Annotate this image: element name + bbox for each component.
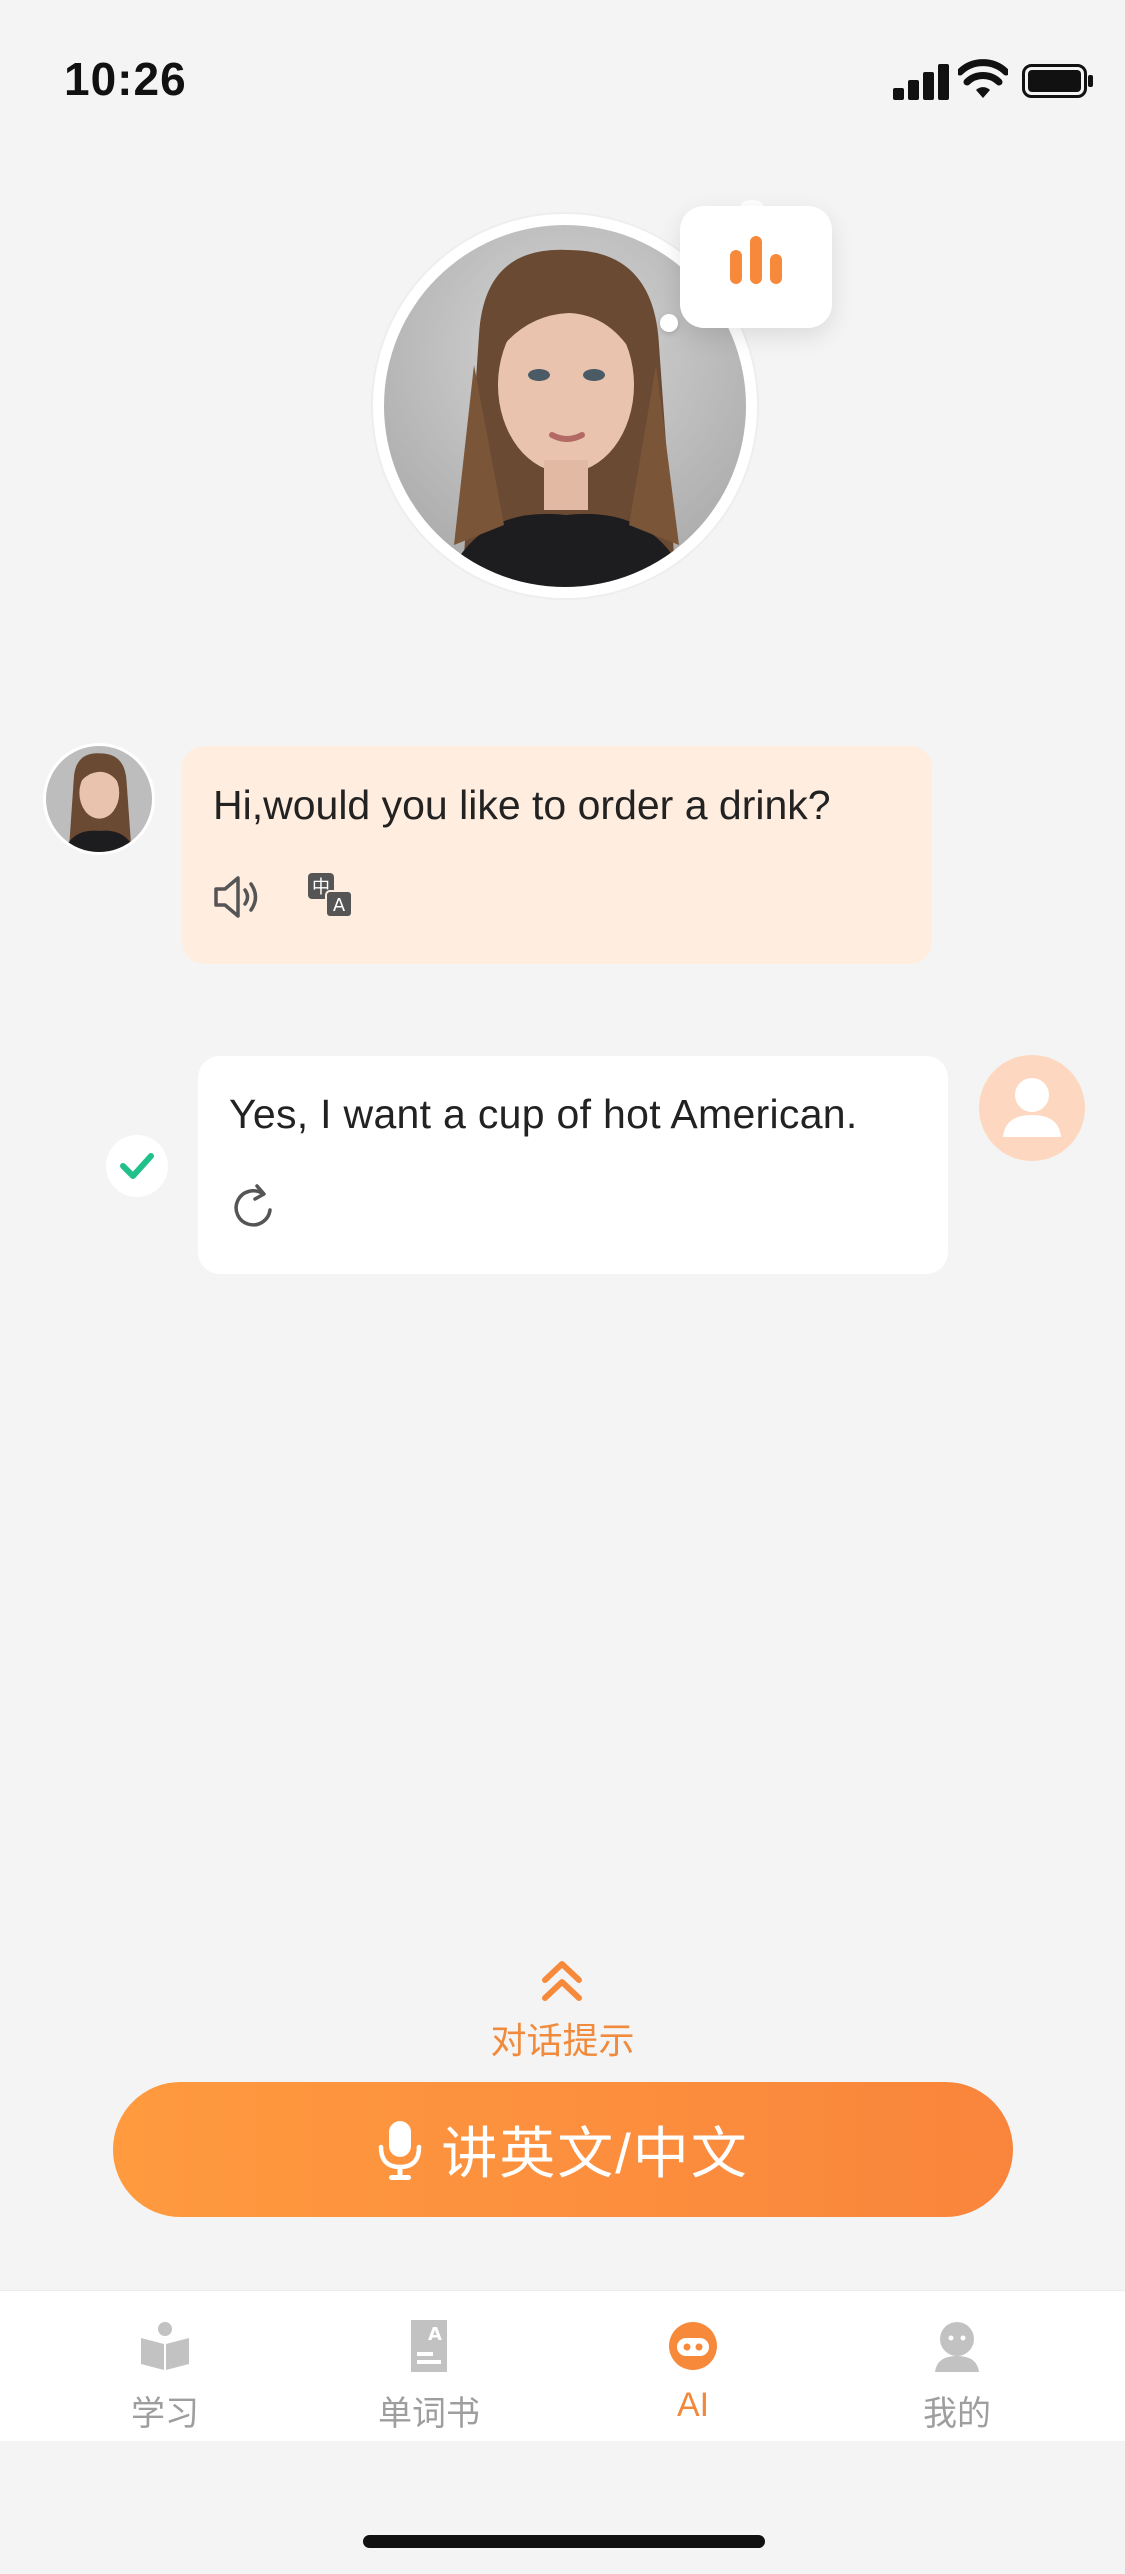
voice-bubble-dot bbox=[660, 314, 678, 332]
dialog-hint-label[interactable]: 对话提示 bbox=[0, 2012, 1125, 2064]
tab-me[interactable]: 我的 bbox=[857, 2318, 1057, 2435]
ai-avatar bbox=[46, 746, 152, 852]
tab-label: 我的 bbox=[923, 2395, 991, 2433]
voice-activity-bubble bbox=[680, 206, 832, 328]
svg-text:A: A bbox=[428, 2324, 442, 2345]
check-badge bbox=[106, 1135, 168, 1197]
robot-icon bbox=[669, 2322, 717, 2370]
translate-icon[interactable]: 中 A bbox=[306, 871, 354, 919]
ai-message-text: Hi,would you like to order a drink? bbox=[213, 782, 831, 828]
check-icon bbox=[120, 1153, 154, 1179]
speak-button-label: 讲英文/中文 bbox=[441, 2122, 749, 2185]
tab-label: AI bbox=[676, 2386, 710, 2424]
svg-text:A: A bbox=[333, 895, 346, 916]
microphone-icon bbox=[378, 2120, 422, 2180]
wifi-icon bbox=[958, 59, 1008, 98]
speak-button[interactable]: 讲英文/中文 bbox=[113, 2082, 1013, 2217]
tab-wordbook[interactable]: A 单词书 bbox=[329, 2318, 529, 2435]
user-message-text: Yes, I want a cup of hot American. bbox=[229, 1091, 858, 1137]
status-time: 10:26 bbox=[64, 53, 187, 105]
tab-study[interactable]: 学习 bbox=[65, 2318, 265, 2435]
speaker-icon[interactable] bbox=[212, 872, 264, 922]
home-indicator bbox=[363, 2535, 765, 2548]
cellular-signal-icon bbox=[893, 62, 949, 100]
profile-icon bbox=[935, 2322, 979, 2372]
user-avatar bbox=[979, 1055, 1085, 1161]
battery-icon bbox=[1022, 64, 1093, 98]
wordbook-icon: A bbox=[411, 2320, 447, 2372]
retry-icon[interactable] bbox=[230, 1180, 276, 1230]
user-message-bubble bbox=[198, 1056, 948, 1274]
sound-bars-icon bbox=[730, 236, 782, 284]
ai-message-bubble bbox=[182, 746, 932, 964]
tab-ai[interactable]: AI bbox=[593, 2318, 793, 2425]
chevron-double-up-icon[interactable] bbox=[537, 1958, 587, 2004]
tab-label: 单词书 bbox=[378, 2395, 480, 2433]
tab-label: 学习 bbox=[131, 2395, 199, 2433]
book-icon bbox=[141, 2322, 189, 2370]
person-icon bbox=[1003, 1078, 1061, 1137]
